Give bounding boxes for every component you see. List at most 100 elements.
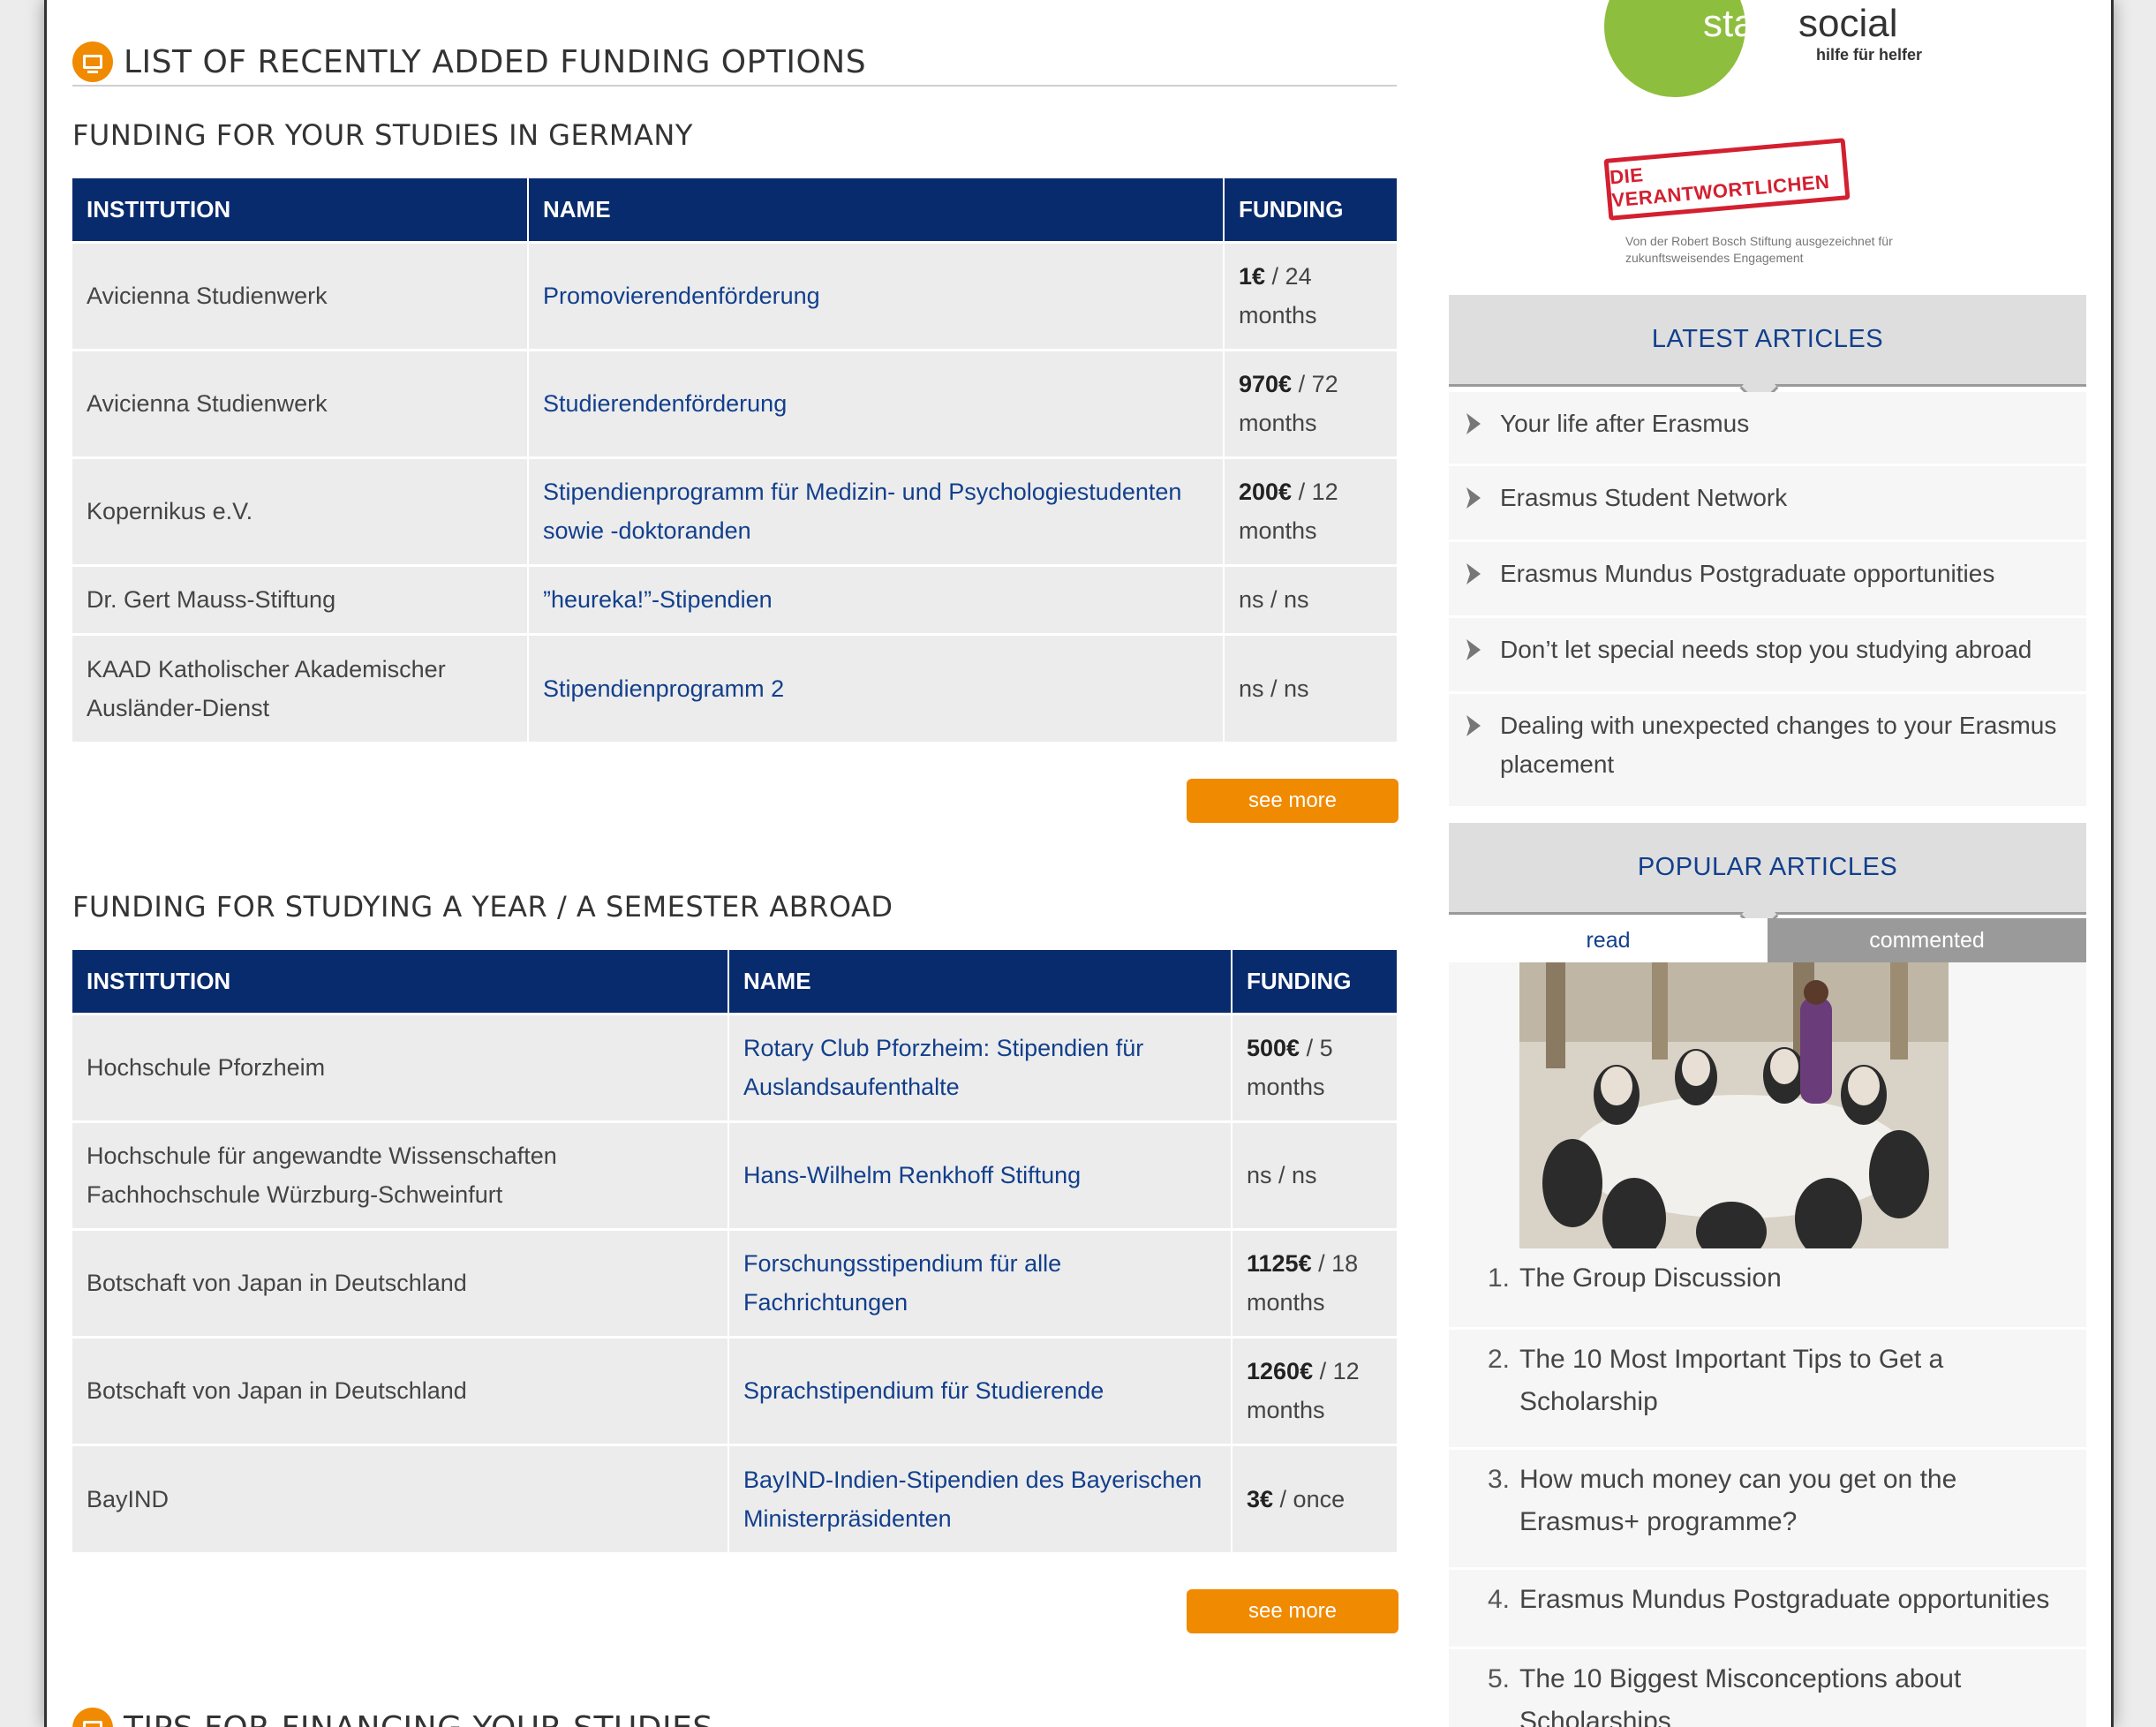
col-institution: INSTITUTION — [72, 950, 729, 1014]
see-more-button-abroad[interactable]: see more — [1187, 1589, 1398, 1633]
table-row: KAAD Katholischer Akademischer Ausländer… — [72, 632, 1397, 742]
article-link[interactable]: Erasmus Mundus Postgraduate opportunitie… — [1500, 554, 1994, 593]
table-row: Kopernikus e.V. Stipendienprogramm für M… — [72, 456, 1397, 565]
table-header-row: INSTITUTION NAME FUNDING — [72, 178, 1397, 242]
institution-cell: Avicienna Studienwerk — [72, 240, 529, 350]
funding-name-link[interactable]: Sprachstipendium für Studierende — [728, 1335, 1233, 1444]
table2-title: FUNDING FOR STUDYING A YEAR / A SEMESTER… — [72, 890, 893, 924]
rank-number: 2. — [1488, 1345, 1511, 1374]
article-link[interactable]: Don’t let special needs stop you studyin… — [1500, 630, 2032, 669]
computer-icon — [72, 1708, 113, 1727]
list-item[interactable]: 3. How much money can you get on the Era… — [1449, 1450, 2086, 1570]
table-row: Botschaft von Japan in Deutschland Forsc… — [72, 1227, 1397, 1337]
article-link[interactable]: The 10 Biggest Misconceptions about Scho… — [1519, 1658, 2069, 1727]
article-link[interactable]: How much money can you get on the Erasmu… — [1519, 1459, 2069, 1543]
next-section-heading: TIPS FOR FINANCING YOUR STUDIES — [72, 1704, 1397, 1727]
funding-name-link[interactable]: Forschungsstipendium für alle Fachrichtu… — [728, 1227, 1233, 1337]
col-funding: FUNDING — [1224, 178, 1397, 242]
latest-articles-header: LATEST ARTICLES — [1449, 295, 2086, 387]
list-item[interactable]: Erasmus Student Network — [1449, 466, 2086, 542]
funding-table-germany: INSTITUTION NAME FUNDING Avicienna Studi… — [72, 178, 1397, 742]
institution-cell: Avicienna Studienwerk — [72, 348, 529, 457]
tab-read[interactable]: read — [1449, 918, 1768, 962]
funding-cell: 500€ / 5 months — [1232, 1012, 1397, 1121]
chevron-right-icon — [1465, 486, 1482, 510]
latest-articles-list: Your life after Erasmus Erasmus Student … — [1449, 392, 2086, 809]
table-header-row: INSTITUTION NAME FUNDING — [72, 950, 1397, 1014]
list-item[interactable]: 4. Erasmus Mundus Postgraduate opportuni… — [1449, 1570, 2086, 1649]
institution-cell: Hochschule Pforzheim — [72, 1012, 729, 1121]
table-row: Avicienna Studienwerk Promovierendenförd… — [72, 240, 1397, 350]
funding-name-link[interactable]: BayIND-Indien-Stipendien des Bayerischen… — [728, 1443, 1233, 1552]
section-title: LIST OF RECENTLY ADDED FUNDING OPTIONS — [124, 43, 867, 80]
chevron-right-icon — [1465, 411, 1482, 436]
col-name: NAME — [528, 178, 1225, 242]
funding-name-link[interactable]: Stipendienprogramm für Medizin- und Psyc… — [528, 456, 1225, 565]
article-link[interactable]: Erasmus Student Network — [1500, 479, 1787, 517]
institution-cell: Dr. Gert Mauss-Stiftung — [72, 563, 529, 634]
funding-cell: 1260€ / 12 months — [1232, 1335, 1397, 1444]
popular-articles-list: 1. The Group Discussion 2. The 10 Most I… — [1449, 1248, 2086, 1727]
table-row: Hochschule Pforzheim Rotary Club Pforzhe… — [72, 1012, 1397, 1121]
article-link[interactable]: The 10 Most Important Tips to Get a Scho… — [1519, 1339, 2069, 1423]
article-link[interactable]: The Group Discussion — [1519, 1257, 1782, 1300]
article-link[interactable]: Your life after Erasmus — [1500, 404, 1749, 443]
funding-cell: 1125€ / 18 months — [1232, 1227, 1397, 1337]
stamp-text: DIE VERANTWORTLICHEN — [1609, 163, 1831, 212]
logo-start-text: start — [1703, 2, 1779, 45]
table-row: Hochschule für angewandte Wissenschaften… — [72, 1120, 1397, 1229]
chevron-right-icon — [1465, 713, 1482, 738]
rank-number: 4. — [1488, 1585, 1511, 1614]
institution-cell: BayIND — [72, 1443, 729, 1552]
page: LIST OF RECENTLY ADDED FUNDING OPTIONS F… — [44, 0, 2114, 1727]
list-item[interactable]: Don’t let special needs stop you studyin… — [1449, 618, 2086, 694]
stamp-caption: Von der Robert Bosch Stiftung ausgezeich… — [1625, 234, 1893, 265]
group-discussion-image[interactable] — [1519, 962, 1949, 1248]
popular-articles-title: POPULAR ARTICLES — [1637, 853, 1898, 881]
institution-cell: KAAD Katholischer Akademischer Ausländer… — [72, 632, 529, 742]
award-stamp[interactable]: DIE VERANTWORTLICHEN — [1603, 138, 1851, 221]
funding-name-link[interactable]: Stipendienprogramm 2 — [528, 632, 1225, 742]
chevron-right-icon — [1465, 637, 1482, 662]
latest-articles-title: LATEST ARTICLES — [1651, 325, 1884, 353]
logo-social-text: social — [1798, 2, 1898, 45]
list-item[interactable]: 1. The Group Discussion — [1449, 1248, 2086, 1330]
funding-cell: ns / ns — [1224, 632, 1397, 742]
rank-number: 5. — [1488, 1664, 1511, 1693]
institution-cell: Hochschule für angewandte Wissenschaften… — [72, 1120, 729, 1229]
popular-articles-header: POPULAR ARTICLES — [1449, 823, 2086, 915]
list-item[interactable]: Erasmus Mundus Postgraduate opportunitie… — [1449, 542, 2086, 618]
popular-tabs: read commented — [1449, 918, 2086, 962]
institution-cell: Botschaft von Japan in Deutschland — [72, 1335, 729, 1444]
funding-cell: 3€ / once — [1232, 1443, 1397, 1552]
next-section-title: TIPS FOR FINANCING YOUR STUDIES — [124, 1710, 713, 1727]
table-row: BayIND BayIND-Indien-Stipendien des Baye… — [72, 1443, 1397, 1552]
funding-name-link[interactable]: Rotary Club Pforzheim: Stipendien für Au… — [728, 1012, 1233, 1121]
funding-cell: 970€ / 72 months — [1224, 348, 1397, 457]
funding-cell: 1€ / 24 months — [1224, 240, 1397, 350]
article-link[interactable]: Dealing with unexpected changes to your … — [1500, 706, 2069, 784]
institution-cell: Botschaft von Japan in Deutschland — [72, 1227, 729, 1337]
funding-cell: ns / ns — [1232, 1120, 1397, 1229]
funding-cell: ns / ns — [1224, 563, 1397, 634]
funding-name-link[interactable]: Hans-Wilhelm Renkhoff Stiftung — [728, 1120, 1233, 1229]
tab-commented[interactable]: commented — [1768, 918, 2086, 962]
funding-cell: 200€ / 12 months — [1224, 456, 1397, 565]
article-link[interactable]: Erasmus Mundus Postgraduate opportunitie… — [1519, 1579, 2049, 1621]
see-more-button-germany[interactable]: see more — [1187, 779, 1398, 823]
list-item[interactable]: Your life after Erasmus — [1449, 392, 2086, 466]
institution-cell: Kopernikus e.V. — [72, 456, 529, 565]
list-item[interactable]: Dealing with unexpected changes to your … — [1449, 694, 2086, 809]
rank-number: 3. — [1488, 1465, 1511, 1494]
computer-icon — [72, 41, 113, 82]
section-heading: LIST OF RECENTLY ADDED FUNDING OPTIONS — [72, 39, 1397, 87]
list-item[interactable]: 5. The 10 Biggest Misconceptions about S… — [1449, 1649, 2086, 1727]
funding-name-link[interactable]: Studierendenförderung — [528, 348, 1225, 457]
table-row: Botschaft von Japan in Deutschland Sprac… — [72, 1335, 1397, 1444]
list-item[interactable]: 2. The 10 Most Important Tips to Get a S… — [1449, 1330, 2086, 1450]
table-row: Avicienna Studienwerk Studierendenförder… — [72, 348, 1397, 457]
funding-name-link[interactable]: ”heureka!”-Stipendien — [528, 563, 1225, 634]
col-institution: INSTITUTION — [72, 178, 529, 242]
funding-name-link[interactable]: Promovierendenförderung — [528, 240, 1225, 350]
chevron-right-icon — [1465, 562, 1482, 586]
